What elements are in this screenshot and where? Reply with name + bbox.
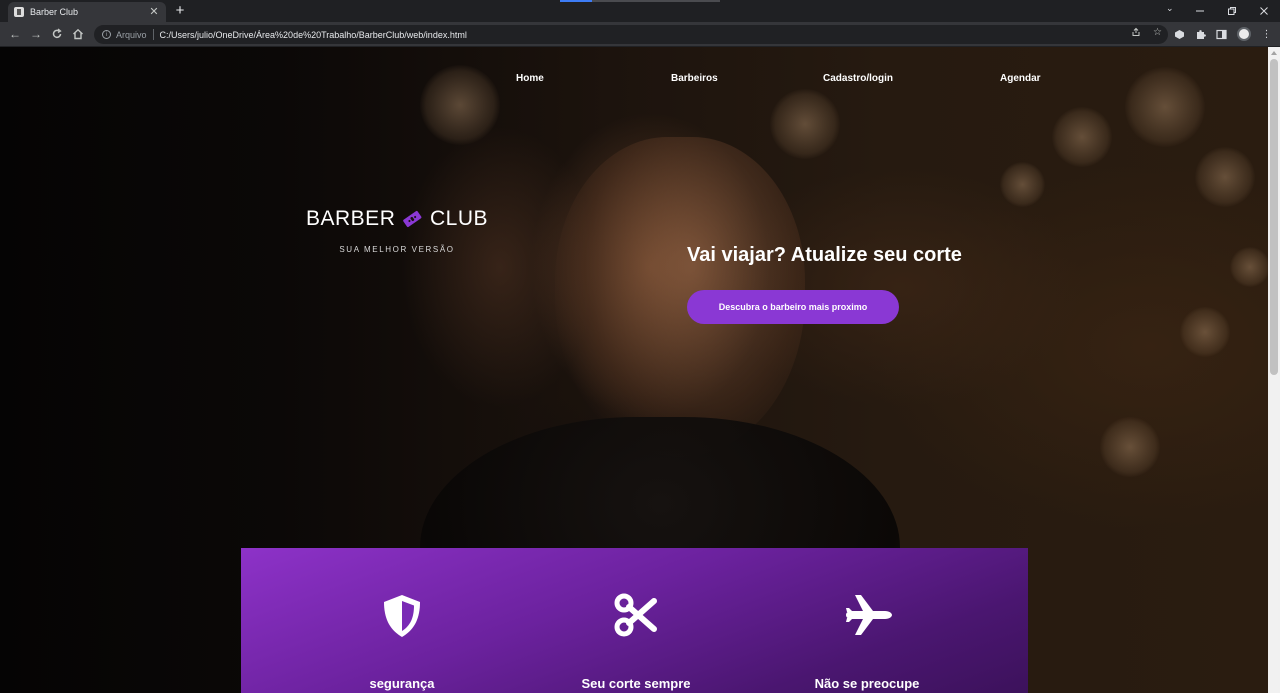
- window-controls: [1184, 0, 1280, 22]
- logo-tagline: SUA MELHOR VERSÃO: [339, 245, 455, 254]
- info-icon[interactable]: i: [102, 30, 111, 39]
- browser-tab-bar: Barber Club ✕ + ⌄: [0, 0, 1280, 22]
- logo-word-club: CLUB: [429, 207, 488, 230]
- feature-label: Não se preocupe: [814, 676, 920, 691]
- nav-link-barbers[interactable]: Barbeiros: [671, 73, 718, 84]
- site-navigation: Home Barbeiros Cadastro/login Agendar: [0, 73, 1268, 93]
- feature-security: segurança: [302, 548, 502, 693]
- url-text[interactable]: C:/Users/julio/OneDrive/Área%20de%20Trab…: [160, 30, 467, 40]
- share-icon[interactable]: [1131, 27, 1141, 40]
- forward-icon[interactable]: →: [28, 26, 44, 42]
- find-barber-button[interactable]: Descubra o barbeiro mais proximo: [687, 290, 899, 324]
- hero-headline: Vai viajar? Atualize seu corte: [687, 244, 962, 266]
- page-scrollbar[interactable]: [1268, 47, 1280, 693]
- home-icon[interactable]: [70, 26, 86, 42]
- scrollbar-thumb[interactable]: [1270, 59, 1278, 375]
- back-icon[interactable]: ←: [7, 26, 23, 42]
- minimize-icon[interactable]: [1184, 0, 1216, 22]
- favicon-icon: [14, 7, 24, 17]
- shield-icon: [384, 595, 420, 637]
- feature-haircut: Seu corte sempre: [536, 548, 736, 693]
- extension-icon[interactable]: [1174, 29, 1185, 40]
- airplane-icon: [846, 595, 892, 635]
- feature-label: segurança: [369, 676, 435, 691]
- restore-icon[interactable]: [1216, 0, 1248, 22]
- close-window-icon[interactable]: [1248, 0, 1280, 22]
- bookmark-star-icon[interactable]: ☆: [1153, 27, 1162, 40]
- puzzle-icon[interactable]: [1195, 29, 1206, 40]
- reload-icon[interactable]: [49, 26, 65, 42]
- feature-label: Seu corte sempre: [581, 676, 691, 691]
- menu-icon[interactable]: ⋮: [1261, 29, 1272, 40]
- nav-link-schedule[interactable]: Agendar: [1000, 73, 1041, 84]
- tab-strip-indicator: [560, 0, 720, 2]
- scheme-label: Arquivo: [116, 29, 147, 40]
- scissors-icon: [614, 593, 657, 637]
- sidepanel-icon[interactable]: [1216, 29, 1227, 40]
- browser-toolbar: ← → i Arquivo C:/Users/julio/OneDrive/Ár…: [0, 22, 1280, 47]
- address-bar[interactable]: i Arquivo C:/Users/julio/OneDrive/Área%2…: [94, 25, 1168, 44]
- logo-word-barber: BARBER: [306, 207, 396, 230]
- new-tab-button[interactable]: +: [172, 3, 188, 19]
- browser-tab[interactable]: Barber Club ✕: [8, 2, 166, 22]
- feature-travel: Não se preocupe: [767, 548, 967, 693]
- barber-club-logo: BARBER CLUB SUA MELHOR VERSÃO: [306, 207, 488, 254]
- razor-blade-icon: [403, 210, 422, 228]
- profile-avatar[interactable]: [1237, 27, 1251, 41]
- nav-link-home[interactable]: Home: [516, 73, 544, 84]
- tab-title: Barber Club: [30, 7, 79, 17]
- nav-link-signup[interactable]: Cadastro/login: [823, 73, 893, 84]
- tab-search-icon[interactable]: ⌄: [1166, 3, 1174, 14]
- page-viewport: Home Barbeiros Cadastro/login Agendar BA…: [0, 47, 1268, 693]
- scroll-up-icon[interactable]: [1271, 51, 1277, 55]
- features-panel: segurança Seu corte sempre Não se preocu…: [241, 548, 1028, 693]
- tab-close-icon[interactable]: ✕: [148, 6, 160, 18]
